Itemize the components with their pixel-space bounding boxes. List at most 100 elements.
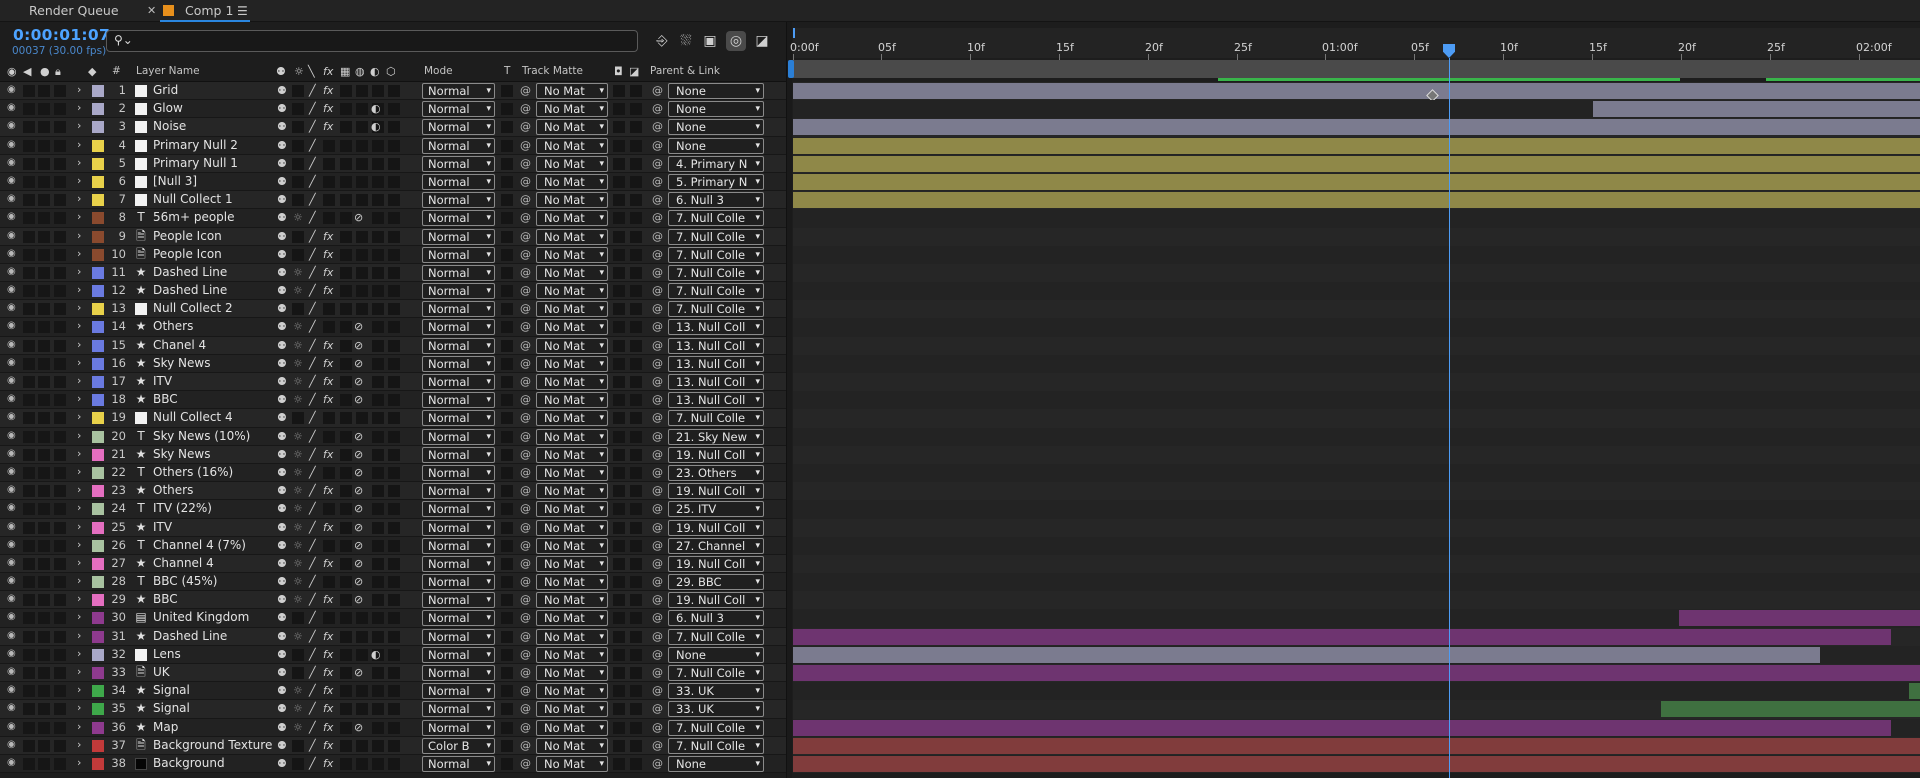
- track-matte-dropdown[interactable]: No Mat ▾: [536, 283, 608, 300]
- visibility-eye-icon[interactable]: ◉: [7, 502, 16, 513]
- switch-box[interactable]: [372, 357, 384, 370]
- layer-duration-bar[interactable]: [793, 628, 1891, 645]
- switch-box[interactable]: [388, 685, 400, 698]
- shy-switch-icon[interactable]: ⚉: [277, 318, 287, 335]
- visibility-eye-icon[interactable]: ◉: [7, 702, 16, 713]
- collapse-switch-icon[interactable]: ☼: [293, 700, 303, 717]
- switch-box[interactable]: [38, 139, 50, 152]
- switch-box[interactable]: [630, 230, 642, 243]
- layer-duration-bar[interactable]: [793, 646, 1820, 663]
- parent-link-dropdown[interactable]: None ▾: [668, 137, 764, 154]
- switch-box[interactable]: [54, 230, 66, 243]
- parent-pickwhip-icon[interactable]: @: [652, 191, 663, 209]
- switch-box[interactable]: [38, 103, 50, 116]
- switch-box[interactable]: [54, 648, 66, 661]
- blend-mode-dropdown[interactable]: Normal ▾: [422, 592, 495, 609]
- track-matte-dropdown[interactable]: No Mat ▾: [536, 501, 608, 518]
- label-color-swatch[interactable]: [92, 612, 104, 625]
- parent-link-dropdown[interactable]: 13. Null Coll ▾: [668, 355, 764, 372]
- switch-box[interactable]: [388, 539, 400, 552]
- layer-row[interactable]: ◉ › 34 ★ Signal ⚉ ☼ ╱ fx Normal ▾ @ No Mat ▾ @33. UK ▾: [0, 682, 790, 701]
- switch-box[interactable]: [356, 85, 368, 97]
- track-matte-dropdown[interactable]: No Mat ▾: [536, 537, 608, 554]
- fx-switch-icon[interactable]: fx: [323, 337, 333, 354]
- close-icon[interactable]: ✕: [147, 0, 156, 22]
- switch-box[interactable]: [388, 212, 400, 225]
- switch-box[interactable]: [630, 448, 642, 461]
- motion-blur-switch-icon[interactable]: ⊘: [354, 391, 363, 408]
- visibility-eye-icon[interactable]: ◉: [7, 575, 16, 586]
- switch-box[interactable]: [23, 539, 35, 552]
- matte-pickwhip-icon[interactable]: @: [520, 191, 531, 209]
- motion-blur-switch-icon[interactable]: ⊘: [354, 482, 363, 499]
- layer-name[interactable]: Noise: [153, 119, 186, 133]
- switch-box[interactable]: [356, 612, 368, 625]
- layer-row[interactable]: ◉ › 13 Null Collect 2 ⚉ ╱ Normal ▾ @ No Mat ▾ @7. N…: [0, 300, 790, 319]
- matte-pickwhip-icon[interactable]: @: [520, 428, 531, 446]
- switch-box[interactable]: [613, 121, 625, 134]
- quality-switch-icon[interactable]: ╱: [309, 264, 316, 281]
- collapse-switch-icon[interactable]: ☼: [293, 682, 303, 699]
- adjustment-switch-icon[interactable]: ◐: [371, 100, 381, 117]
- track-matte-dropdown[interactable]: No Mat ▾: [536, 410, 608, 427]
- switch-box[interactable]: [388, 248, 400, 261]
- switch-box[interactable]: [372, 630, 384, 643]
- quality-switch-icon[interactable]: ╱: [309, 82, 316, 99]
- expand-twirl-icon[interactable]: ›: [77, 101, 81, 114]
- switch-box[interactable]: [38, 412, 50, 425]
- track-matte-dropdown[interactable]: No Mat ▾: [536, 210, 608, 227]
- switch-box[interactable]: [630, 466, 642, 479]
- shy-switch-icon[interactable]: ⚉: [277, 155, 287, 172]
- motion-blur-switch-icon[interactable]: ⊘: [354, 719, 363, 736]
- parent-link-dropdown[interactable]: 13. Null Coll ▾: [668, 374, 764, 390]
- matte-pickwhip-icon[interactable]: @: [520, 446, 531, 464]
- shy-switch-icon[interactable]: ⚉: [277, 137, 287, 154]
- layer-search-input[interactable]: ⚲⌄: [106, 30, 638, 52]
- blend-mode-dropdown[interactable]: Normal ▾: [422, 610, 495, 627]
- switch-box[interactable]: [38, 157, 50, 170]
- label-color-swatch[interactable]: [92, 357, 104, 370]
- matte-pickwhip-icon[interactable]: @: [520, 573, 531, 591]
- parent-pickwhip-icon[interactable]: @: [652, 682, 663, 700]
- parent-link-dropdown[interactable]: 7. Null Colle ▾: [668, 628, 764, 645]
- track-matte-dropdown[interactable]: No Mat ▾: [536, 337, 608, 354]
- label-color-swatch[interactable]: [92, 230, 104, 243]
- switch-box[interactable]: [38, 339, 50, 352]
- expand-twirl-icon[interactable]: ›: [77, 738, 81, 751]
- parent-pickwhip-icon[interactable]: @: [652, 264, 663, 282]
- parent-pickwhip-icon[interactable]: @: [652, 446, 663, 464]
- label-color-swatch[interactable]: [92, 194, 104, 207]
- matte-pickwhip-icon[interactable]: @: [520, 737, 531, 755]
- track-matte-dropdown[interactable]: No Mat ▾: [536, 519, 608, 536]
- label-color-swatch[interactable]: [92, 485, 104, 498]
- preserve-transparency-checkbox[interactable]: [501, 521, 513, 534]
- shy-switch-icon[interactable]: ⚉: [277, 537, 287, 554]
- visibility-eye-icon[interactable]: ◉: [7, 539, 16, 550]
- label-color-swatch[interactable]: [92, 630, 104, 643]
- parent-link-dropdown[interactable]: 19. Null Coll ▾: [668, 592, 764, 609]
- switch-box[interactable]: [613, 357, 625, 370]
- switch-box[interactable]: [340, 503, 352, 516]
- fx-switch-icon[interactable]: fx: [323, 118, 333, 135]
- switch-box[interactable]: [356, 285, 368, 298]
- shy-switch-icon[interactable]: ⚉: [277, 100, 287, 117]
- switch-box[interactable]: [388, 412, 400, 425]
- switch-box[interactable]: [340, 667, 352, 679]
- switch-box[interactable]: [38, 721, 50, 734]
- switch-box[interactable]: [630, 194, 642, 207]
- switch-box[interactable]: [630, 303, 642, 316]
- motion-blur-col-icon[interactable]: ◍: [355, 65, 365, 78]
- switch-box[interactable]: [340, 85, 352, 97]
- layer-row[interactable]: ◉ › 15 ★ Chanel 4 ⚉ ☼ ╱ fx ⊘ Normal ▾ @ No Mat ▾ @13. N…: [0, 336, 790, 355]
- switch-box[interactable]: [23, 594, 35, 607]
- matte-pickwhip-icon[interactable]: @: [520, 646, 531, 664]
- visibility-eye-icon[interactable]: ◉: [7, 684, 16, 695]
- label-color-swatch[interactable]: [92, 285, 104, 298]
- switch-box[interactable]: [388, 357, 400, 370]
- expand-twirl-icon[interactable]: ›: [77, 338, 81, 351]
- switch-box[interactable]: [38, 503, 50, 516]
- switch-box[interactable]: [372, 667, 384, 679]
- layer-row[interactable]: ◉ › 31 ★ Dashed Line ⚉ ☼ ╱ fx Normal ▾ @ No Mat ▾ @7. …: [0, 627, 790, 646]
- switch-box[interactable]: [372, 139, 384, 152]
- switch-box[interactable]: [630, 612, 642, 625]
